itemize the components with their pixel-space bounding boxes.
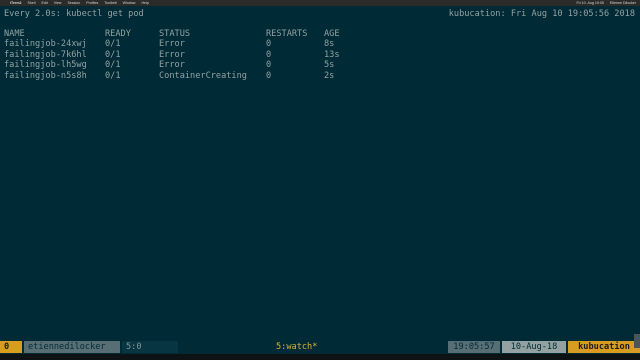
tmux-window-prev[interactable]: 5:0 [122,341,178,353]
table-row: failingjob-7k6hl 0/1 Error 0 13s [0,50,640,60]
tmux-status-bar: 0 etiennedilocker 5:0 5:watch* 19:05:57 … [0,340,640,354]
tmux-host: kubucation [568,341,640,353]
pod-age: 13s [324,49,340,60]
column-header-restarts: RESTARTS [266,29,308,39]
pod-ready: 0/1 [105,49,121,60]
pod-restarts: 0 [266,60,272,71]
tmux-session-index[interactable]: 0 [0,341,22,353]
tmux-date: 10-Aug-18 [502,341,566,353]
pod-name: failingjob-lh5wg [4,60,87,71]
pod-age: 5s [324,60,335,71]
pod-status: Error [159,39,185,50]
pod-name: failingjob-24xwj [4,39,87,50]
table-row: failingjob-n5s8h 0/1 ContainerCreating 0… [0,71,640,81]
watch-header: Every 2.0s: kubectl get pod [4,9,144,19]
pod-restarts: 0 [266,39,272,50]
column-header-status: STATUS [159,29,191,39]
tmux-time: 19:05:57 [448,341,500,353]
table-row: failingjob-24xwj 0/1 Error 0 8s [0,39,640,49]
column-header-name: NAME [4,29,25,39]
pod-status: Error [159,49,185,60]
watch-clock: kubucation: Fri Aug 10 19:05:56 2018 [448,9,635,19]
column-header-ready: READY [105,29,131,39]
pod-restarts: 0 [266,49,272,60]
column-header-age: AGE [324,29,340,39]
pod-restarts: 0 [266,70,272,81]
table-header-row: NAME READY STATUS RESTARTS AGE [0,29,640,39]
table-row: failingjob-lh5wg 0/1 Error 0 5s [0,60,640,70]
tmux-window-current[interactable]: 5:watch* [272,341,328,353]
pod-name: failingjob-n5s8h [4,70,87,81]
pod-table: NAME READY STATUS RESTARTS AGE failingjo… [0,29,640,81]
dock-strip [0,354,640,360]
pod-ready: 0/1 [105,70,121,81]
pod-age: 8s [324,39,335,50]
pod-status: ContainerCreating [159,70,247,81]
tmux-user: etiennedilocker [24,341,120,353]
terminal-scrollbar[interactable] [634,334,640,348]
pod-ready: 0/1 [105,39,121,50]
terminal-pane[interactable]: Every 2.0s: kubectl get pod kubucation: … [0,6,640,340]
pod-ready: 0/1 [105,60,121,71]
pod-status: Error [159,60,185,71]
pod-name: failingjob-7k6hl [4,49,87,60]
pod-age: 2s [324,70,335,81]
